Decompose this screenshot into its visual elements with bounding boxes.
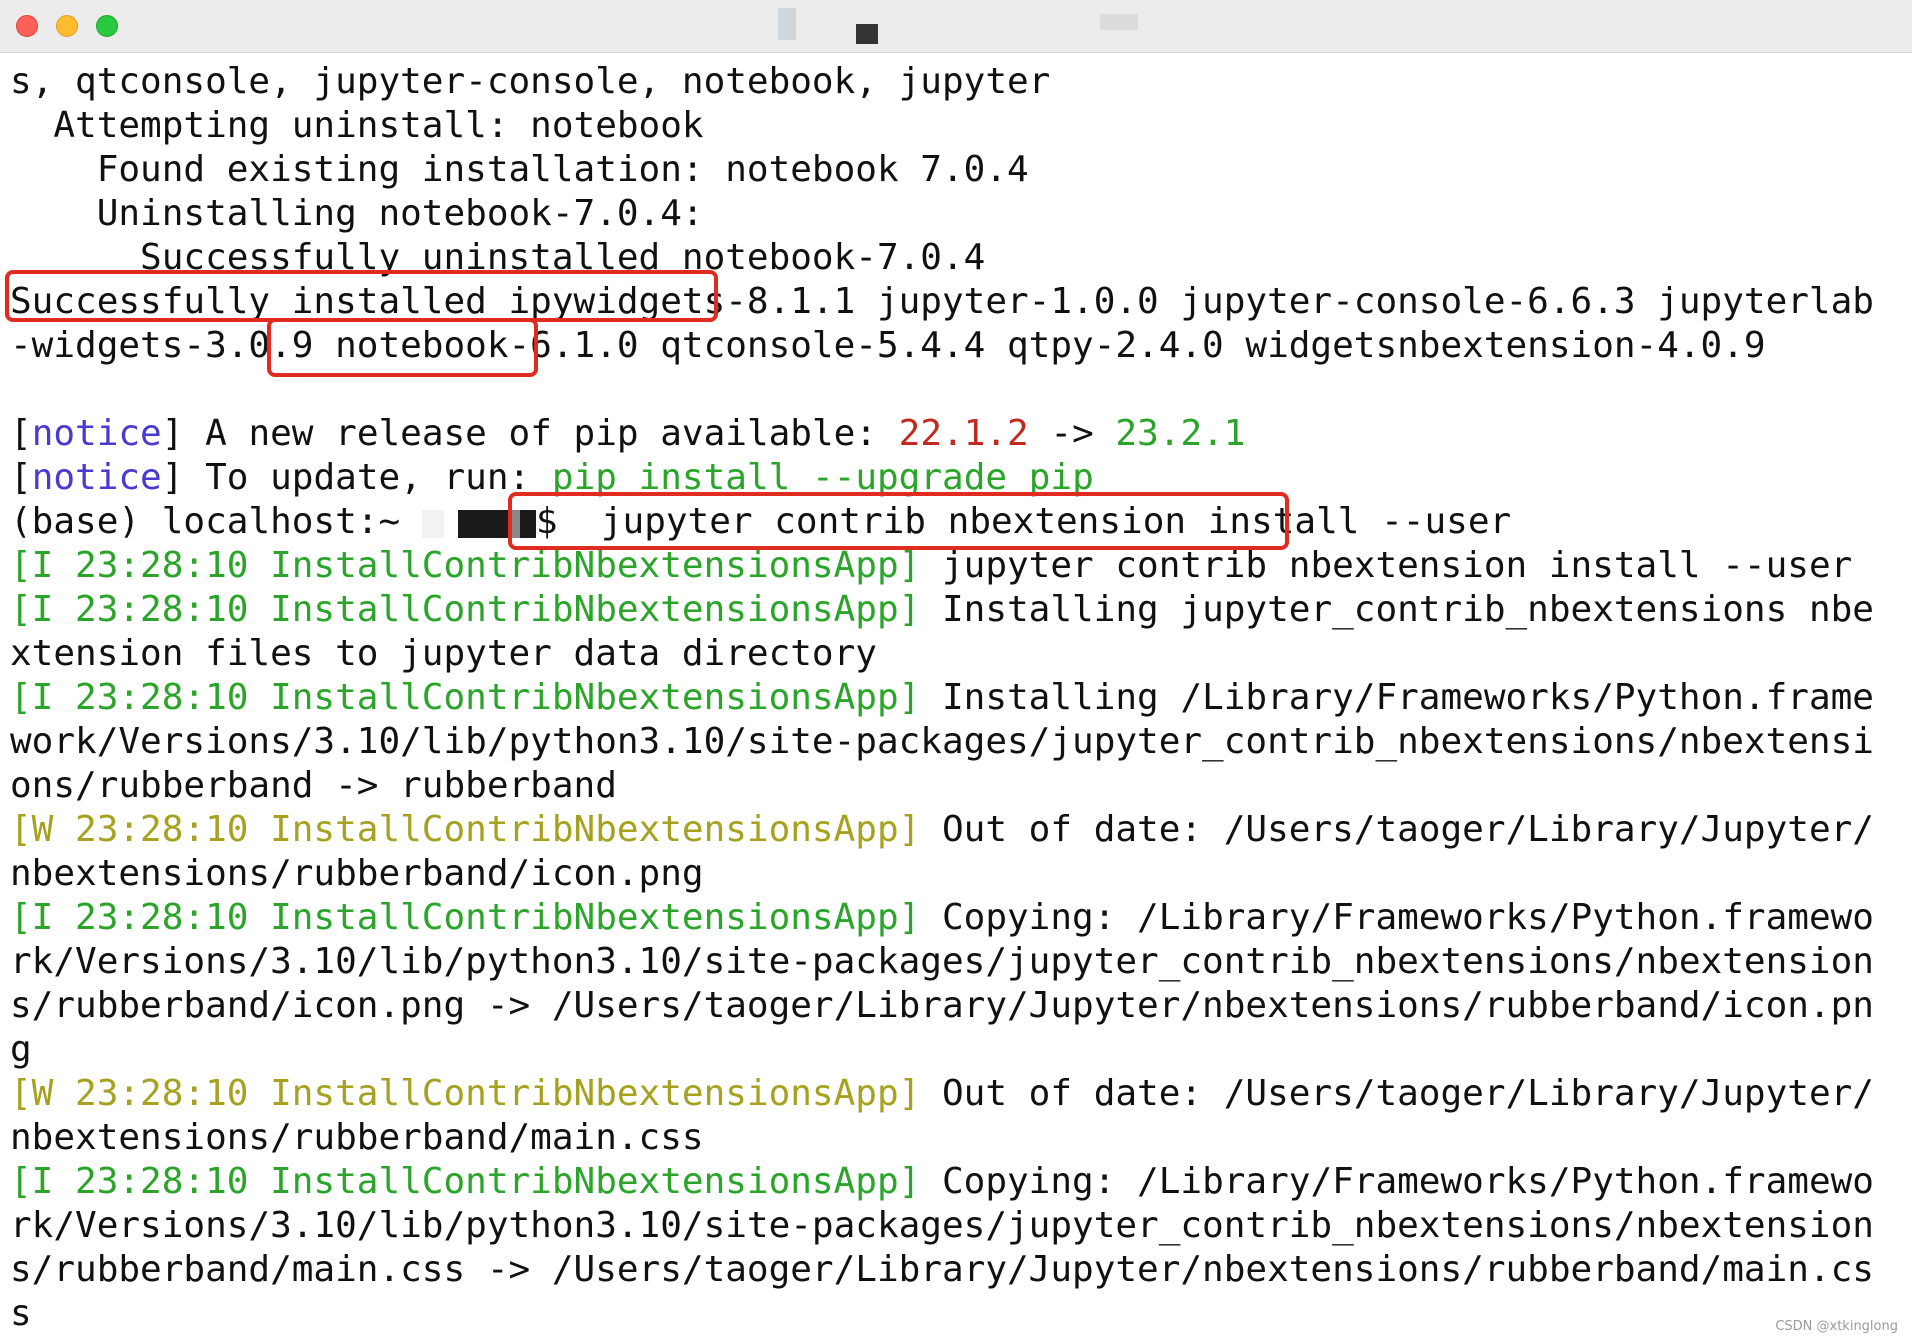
log-line: s/rubberband/icon.png -> /Users/taoger/L… [10, 984, 1902, 1028]
log-line: s/rubberband/main.css -> /Users/taoger/L… [10, 1248, 1902, 1292]
log-line: g [10, 1028, 1902, 1072]
log-message: Installing jupyter_contrib_nbextensions … [920, 589, 1874, 630]
watermark: CSDN @xtkinglong [1775, 1319, 1898, 1334]
log-message: ons/rubberband -> rubberband [10, 765, 617, 806]
highlight-ipywidgets [5, 270, 718, 322]
pip-notice-line: [notice] A new release of pip available:… [10, 413, 1246, 454]
close-window-button[interactable] [16, 15, 38, 37]
old-pip-version: 22.1.2 [898, 413, 1029, 454]
log-message: s/rubberband/icon.png -> /Users/taoger/L… [10, 985, 1874, 1026]
log-line: [I 23:28:10 InstallContribNbextensionsAp… [10, 588, 1902, 632]
log-info-tag: [I 23:28:10 InstallContribNbextensionsAp… [10, 1161, 921, 1202]
log-message: Copying: /Library/Frameworks/Python.fram… [920, 897, 1874, 938]
notice-tag: notice [31, 413, 162, 454]
log-line: rk/Versions/3.10/lib/python3.10/site-pac… [10, 1204, 1902, 1248]
log-message: s/rubberband/main.css -> /Users/taoger/L… [10, 1249, 1874, 1290]
minimize-window-button[interactable] [56, 15, 78, 37]
log-line: [W 23:28:10 InstallContribNbextensionsAp… [10, 808, 1902, 852]
terminal-window: s, qtconsole, jupyter-console, notebook,… [0, 0, 1912, 1342]
log-message: rk/Versions/3.10/lib/python3.10/site-pac… [10, 1205, 1874, 1246]
log-line: xtension files to jupyter data directory [10, 632, 1902, 676]
redacted-title [856, 24, 878, 44]
log-info-tag: [I 23:28:10 InstallContribNbextensionsAp… [10, 545, 921, 586]
log-message: Out of date: /Users/taoger/Library/Jupyt… [920, 1073, 1874, 1114]
log-line: [I 23:28:10 InstallContribNbextensionsAp… [10, 676, 1902, 720]
log-warning-tag: [W 23:28:10 InstallContribNbextensionsAp… [10, 1073, 921, 1114]
log-info-tag: [I 23:28:10 InstallContribNbextensionsAp… [10, 589, 921, 630]
log-info-tag: [I 23:28:10 InstallContribNbextensionsAp… [10, 897, 921, 938]
log-line: [I 23:28:10 InstallContribNbextensionsAp… [10, 896, 1902, 940]
log-message: Out of date: /Users/taoger/Library/Jupyt… [920, 809, 1874, 850]
log-message: Copying: /Library/Frameworks/Python.fram… [920, 1161, 1874, 1202]
log-message: nbextensions/rubberband/main.css [10, 1117, 704, 1158]
log-message: work/Versions/3.10/lib/python3.10/site-p… [10, 721, 1874, 762]
log-message: s [10, 1293, 32, 1334]
log-info-tag: [I 23:28:10 InstallContribNbextensionsAp… [10, 677, 921, 718]
maximize-window-button[interactable] [96, 15, 118, 37]
log-line: nbextensions/rubberband/main.css [10, 1116, 1902, 1160]
output-line: Attempting uninstall: notebook [10, 105, 704, 146]
new-pip-version: 23.2.1 [1115, 413, 1246, 454]
log-message: Installing /Library/Frameworks/Python.fr… [920, 677, 1874, 718]
notice-tag: notice [31, 457, 162, 498]
log-message: rk/Versions/3.10/lib/python3.10/site-pac… [10, 941, 1874, 982]
log-line: rk/Versions/3.10/lib/python3.10/site-pac… [10, 940, 1902, 984]
output-line: Found existing installation: notebook 7.… [10, 149, 1029, 190]
redacted-title [778, 8, 796, 40]
output-line: Uninstalling notebook-7.0.4: [10, 193, 704, 234]
log-message: xtension files to jupyter data directory [10, 633, 877, 674]
title-bar [0, 0, 1912, 53]
log-line: [I 23:28:10 InstallContribNbextensionsAp… [10, 544, 1902, 588]
log-line: s [10, 1292, 1902, 1336]
log-message: jupyter contrib nbextension install --us… [920, 545, 1853, 586]
log-line: [I 23:28:10 InstallContribNbextensionsAp… [10, 1160, 1902, 1204]
redacted-title [1100, 14, 1138, 30]
highlight-notebook-version [267, 318, 538, 377]
log-message: g [10, 1029, 32, 1070]
log-line: ons/rubberband -> rubberband [10, 764, 1902, 808]
output-line: s, qtconsole, jupyter-console, notebook,… [10, 61, 1051, 102]
log-line: nbextensions/rubberband/icon.png [10, 852, 1902, 896]
log-warning-tag: [W 23:28:10 InstallContribNbextensionsAp… [10, 809, 921, 850]
log-line: work/Versions/3.10/lib/python3.10/site-p… [10, 720, 1902, 764]
highlight-install-command [508, 492, 1289, 550]
log-message: nbextensions/rubberband/icon.png [10, 853, 704, 894]
log-line: [W 23:28:10 InstallContribNbextensionsAp… [10, 1072, 1902, 1116]
terminal-output[interactable]: s, qtconsole, jupyter-console, notebook,… [0, 60, 1912, 1342]
prompt-prefix: (base) localhost:~ [10, 501, 422, 542]
